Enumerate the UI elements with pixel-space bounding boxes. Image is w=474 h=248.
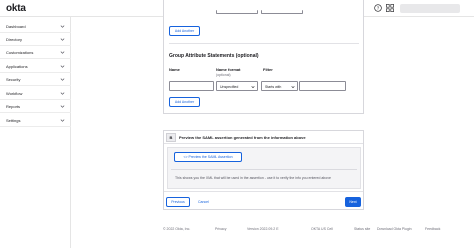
preview-box: <> Preview the SAML Assertion This shows… [167, 147, 361, 189]
sidebar-item-dashboard[interactable]: Dashboard [0, 20, 71, 33]
button-label: Next [349, 200, 357, 204]
footer-copyright: © 2022 Okta, Inc. [163, 227, 191, 231]
sidebar-item-label: Reports [6, 104, 21, 109]
filter-type-select[interactable]: Starts with [261, 81, 298, 91]
badge-label: B [169, 135, 173, 140]
footer-version: Version 2022.09.2 E [247, 227, 279, 231]
sidebar-item-workflow[interactable]: Workflow [0, 87, 71, 100]
chevron-down-icon [60, 51, 65, 54]
saml-preview-panel: B Preview the SAML assertion generated f… [163, 130, 364, 210]
chevron-down-icon [60, 25, 65, 28]
col-format-label: Name format [216, 67, 241, 72]
cancel-link[interactable]: Cancel [198, 200, 209, 204]
sidebar-item-customizations[interactable]: Customizations [0, 46, 71, 59]
preview-box-divider [171, 169, 357, 170]
user-menu[interactable] [400, 4, 460, 13]
preview-saml-assertion-button[interactable]: <> Preview the SAML Assertion [174, 152, 242, 162]
group-name-input[interactable] [169, 81, 214, 91]
button-label: Add Another [174, 100, 195, 104]
chevron-down-icon [60, 38, 65, 41]
sidebar-item-label: Workflow [6, 91, 23, 96]
footer-plugin-link[interactable]: Download Okta Plugin [377, 227, 412, 231]
footer-status-link[interactable]: Status site [354, 227, 370, 231]
saml-settings-panel: Add Another Group Attribute Statements (… [163, 0, 364, 114]
group-attributes-title: Group Attribute Statements (optional) [169, 53, 259, 59]
section-b-badge: B [166, 133, 176, 142]
sidebar-item-label: Directory [6, 37, 23, 42]
chevron-down-icon [60, 105, 65, 108]
chevron-down-icon [60, 119, 65, 122]
sidebar-item-label: Security [6, 77, 21, 82]
footer-cell: OKTA US Cell [311, 227, 333, 231]
chevron-down-icon [60, 65, 65, 68]
actions-divider [164, 191, 363, 192]
chevron-down-icon [60, 78, 65, 81]
chevron-down-icon [251, 86, 255, 89]
col-filter-label: Filter [263, 67, 273, 72]
sidebar-item-directory[interactable]: Directory [0, 33, 71, 46]
selected-value: Unspecified [220, 84, 239, 89]
footer-privacy-link[interactable]: Privacy [215, 227, 226, 231]
add-another-group-attribute-button[interactable]: Add Another [169, 97, 200, 107]
sidebar-item-label: Applications [6, 64, 28, 69]
button-label: <> Preview the SAML Assertion [183, 155, 233, 159]
chevron-down-icon [291, 86, 295, 89]
col-name-label: Name [169, 67, 180, 72]
okta-logo[interactable]: okta [6, 3, 26, 14]
sidebar-item-settings[interactable]: Settings [0, 114, 71, 127]
selected-value: Starts with [265, 84, 282, 89]
sidebar: Dashboard Directory Customizations Appli… [0, 17, 71, 248]
name-format-select[interactable]: Unspecified [216, 81, 258, 91]
footer-feedback-link[interactable]: Feedback [425, 227, 440, 231]
col-format-optional: (optional) [216, 73, 231, 77]
previous-button[interactable]: Previous [166, 197, 190, 207]
sidebar-item-label: Dashboard [6, 24, 26, 29]
filter-value-input[interactable] [299, 81, 346, 91]
sidebar-item-applications[interactable]: Applications [0, 60, 71, 73]
apps-grid-icon[interactable] [386, 4, 394, 12]
sidebar-item-reports[interactable]: Reports [0, 100, 71, 113]
button-label: Previous [171, 200, 185, 204]
help-icon[interactable]: ? [374, 4, 382, 12]
svg-text:?: ? [377, 6, 380, 11]
section-b-header-divider [164, 143, 363, 144]
sidebar-item-security[interactable]: Security [0, 73, 71, 86]
button-label: Add Another [174, 29, 195, 33]
sidebar-item-label: Customizations [6, 50, 34, 55]
next-button[interactable]: Next [345, 197, 361, 207]
add-another-attribute-button[interactable]: Add Another [169, 26, 200, 36]
sidebar-item-label: Settings [6, 118, 21, 123]
chevron-down-icon [60, 92, 65, 95]
divider [169, 43, 359, 44]
attribute-format-select[interactable] [216, 10, 258, 14]
attribute-value-input[interactable] [261, 10, 303, 14]
section-b-title: Preview the SAML assertion generated fro… [179, 135, 306, 140]
preview-help-text: This shows you the XML that will be used… [175, 176, 331, 180]
